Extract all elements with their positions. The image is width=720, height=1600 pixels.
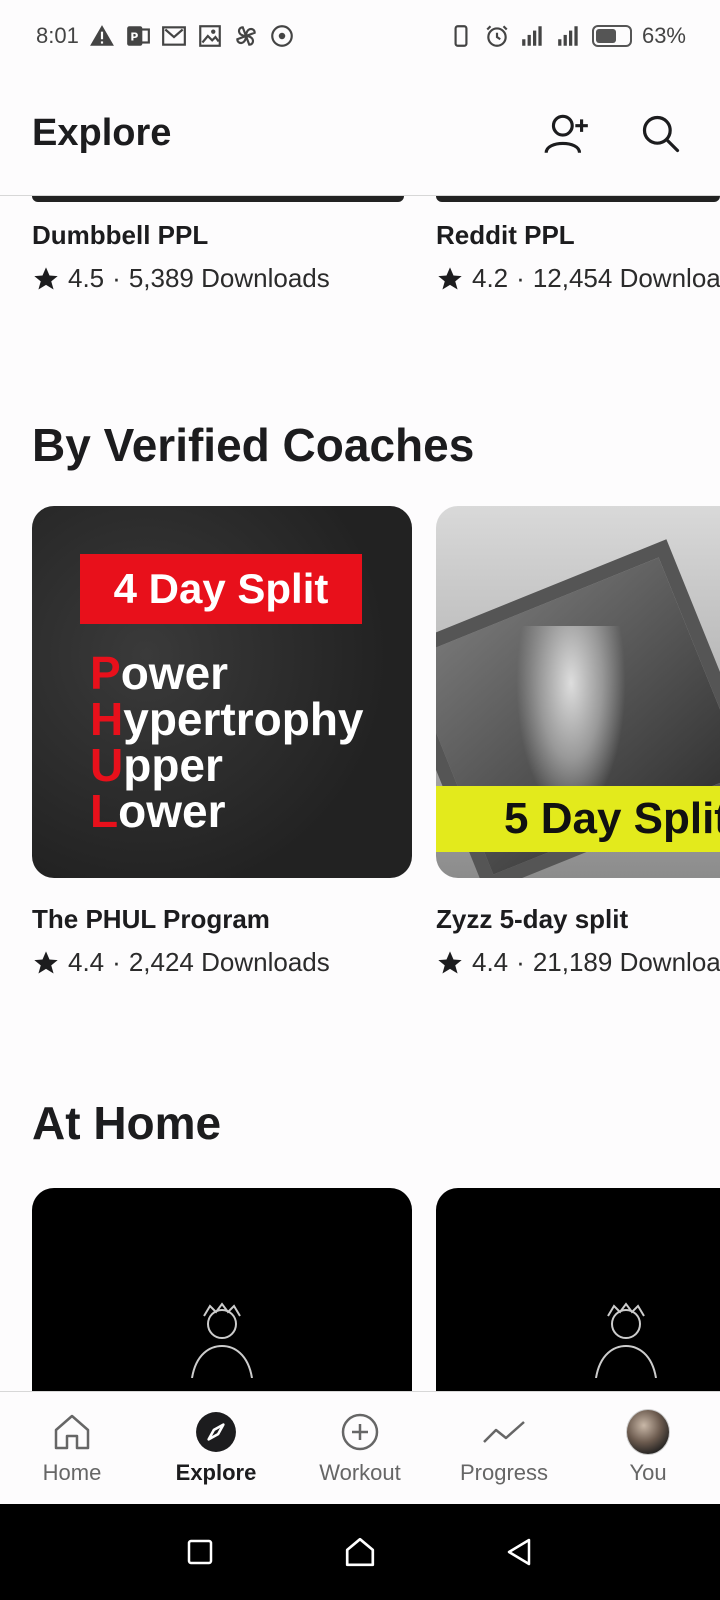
card-rating: 4.4 — [68, 947, 105, 977]
circle-dot-icon — [269, 23, 295, 49]
card-thumbnail[interactable] — [32, 1188, 412, 1391]
athlete-silhouette-icon — [191, 1302, 253, 1378]
acronym-line: Lower — [90, 785, 226, 837]
trend-line-icon — [482, 1410, 526, 1454]
card-title: Dumbbell PPL — [32, 220, 209, 250]
svg-text:P: P — [130, 30, 138, 43]
search-icon[interactable] — [634, 107, 688, 161]
nav-label: Explore — [175, 1460, 257, 1485]
page-title: Explore — [32, 112, 172, 154]
star-icon — [32, 949, 60, 977]
recents-icon[interactable] — [176, 1528, 224, 1576]
card-rating: 4.5 — [68, 263, 105, 293]
card-meta: 4.4 · 21,189 Downloads — [436, 947, 720, 978]
thumb-banner: 5 Day Split — [436, 786, 720, 852]
section-title-at-home: At Home — [32, 1097, 222, 1149]
status-right: 63% — [448, 23, 686, 49]
card-meta: 4.2 · 12,454 Downloads — [436, 263, 720, 294]
status-time: 8:01 — [36, 23, 79, 48]
card-downloads: 12,454 Downloads — [532, 263, 720, 293]
nav-label: You — [629, 1460, 667, 1485]
home-icon — [50, 1410, 94, 1454]
status-left: 8:01 P — [36, 23, 295, 49]
compass-icon — [194, 1410, 238, 1454]
nav-item-home[interactable]: Home — [0, 1392, 144, 1504]
pinwheel-icon — [233, 23, 259, 49]
card-meta: 4.5 · 5,389 Downloads — [32, 263, 412, 294]
card-meta: 4.4 · 2,424 Downloads — [32, 947, 412, 978]
card-title: Zyzz 5-day split — [436, 904, 629, 934]
plus-circle-icon — [338, 1410, 382, 1454]
card-title: Reddit PPL — [436, 220, 575, 250]
acronym-line: Hypertrophy — [90, 693, 364, 745]
card-thumbnail[interactable]: 4 Day Split Power Hypertrophy Upper Lowe… — [32, 506, 412, 878]
program-card-phul[interactable]: 4 Day Split Power Hypertrophy Upper Lowe… — [32, 506, 412, 978]
star-icon — [32, 265, 60, 293]
program-card-reddit-ppl[interactable]: Reddit PPL 4.2 · 12,454 Downloads — [436, 196, 720, 294]
card-downloads: 21,189 Downloads — [532, 947, 720, 977]
powerpoint-icon: P — [125, 23, 151, 49]
program-card-home-2[interactable] — [436, 1188, 720, 1391]
nav-item-workout[interactable]: Workout — [288, 1392, 432, 1504]
mail-icon — [161, 23, 187, 49]
warning-icon — [89, 23, 115, 49]
home-button-icon[interactable] — [336, 1528, 384, 1576]
battery-percent: 63% — [641, 23, 686, 48]
meta-separator: · — [112, 947, 121, 977]
image-icon — [197, 23, 223, 49]
meta-separator: · — [516, 947, 525, 977]
thumb-banner: 4 Day Split — [80, 554, 362, 624]
battery-icon — [591, 25, 632, 47]
program-card-home-1[interactable] — [32, 1188, 412, 1391]
card-downloads: 5,389 Downloads — [128, 263, 330, 293]
person-add-icon[interactable] — [540, 107, 594, 161]
card-thumbnail[interactable] — [436, 1188, 720, 1391]
thumb-acronym: Power Hypertrophy Upper Lower — [90, 650, 364, 834]
signal-icon-2 — [556, 23, 582, 49]
explore-feed[interactable]: Dumbbell PPL 4.5 · 5,389 Downloads Reddi… — [0, 196, 720, 1391]
meta-separator: · — [516, 263, 525, 293]
nav-label: Workout — [319, 1460, 401, 1485]
nav-item-you[interactable]: You — [576, 1392, 720, 1504]
program-card-zyzz[interactable]: 5 Day Split Zyzz 5-day split 4.4 · 21,18… — [436, 506, 720, 978]
alarm-icon — [484, 23, 510, 49]
card-downloads: 2,424 Downloads — [128, 947, 330, 977]
profile-avatar — [626, 1409, 670, 1455]
section-title-verified-coaches: By Verified Coaches — [32, 419, 475, 471]
star-icon — [436, 265, 464, 293]
nav-item-explore[interactable]: Explore — [144, 1392, 288, 1504]
bottom-nav: Home Explore Workout Progress You — [0, 1391, 720, 1504]
signal-icon — [520, 23, 546, 49]
card-thumbnail[interactable]: 5 Day Split — [436, 506, 720, 878]
athlete-silhouette-icon — [595, 1302, 657, 1378]
back-icon[interactable] — [496, 1528, 544, 1576]
card-rating: 4.4 — [472, 947, 509, 977]
acronym-line: Upper — [90, 739, 223, 791]
header-actions — [540, 107, 688, 161]
nav-label: Home — [42, 1460, 102, 1485]
card-title: The PHUL Program — [32, 904, 270, 934]
app-header: Explore — [0, 72, 720, 196]
meta-separator: · — [112, 263, 121, 293]
vibrate-icon — [448, 23, 474, 49]
nav-item-progress[interactable]: Progress — [432, 1392, 576, 1504]
avatar — [626, 1409, 670, 1455]
acronym-line: Power — [90, 647, 229, 699]
star-icon — [436, 949, 464, 977]
program-card-dumbbell-ppl[interactable]: Dumbbell PPL 4.5 · 5,389 Downloads — [32, 196, 412, 294]
status-bar: 8:01 P 63% — [0, 0, 720, 72]
nav-label: Progress — [459, 1460, 549, 1485]
system-nav-bar — [0, 1504, 720, 1600]
card-rating: 4.2 — [472, 263, 509, 293]
